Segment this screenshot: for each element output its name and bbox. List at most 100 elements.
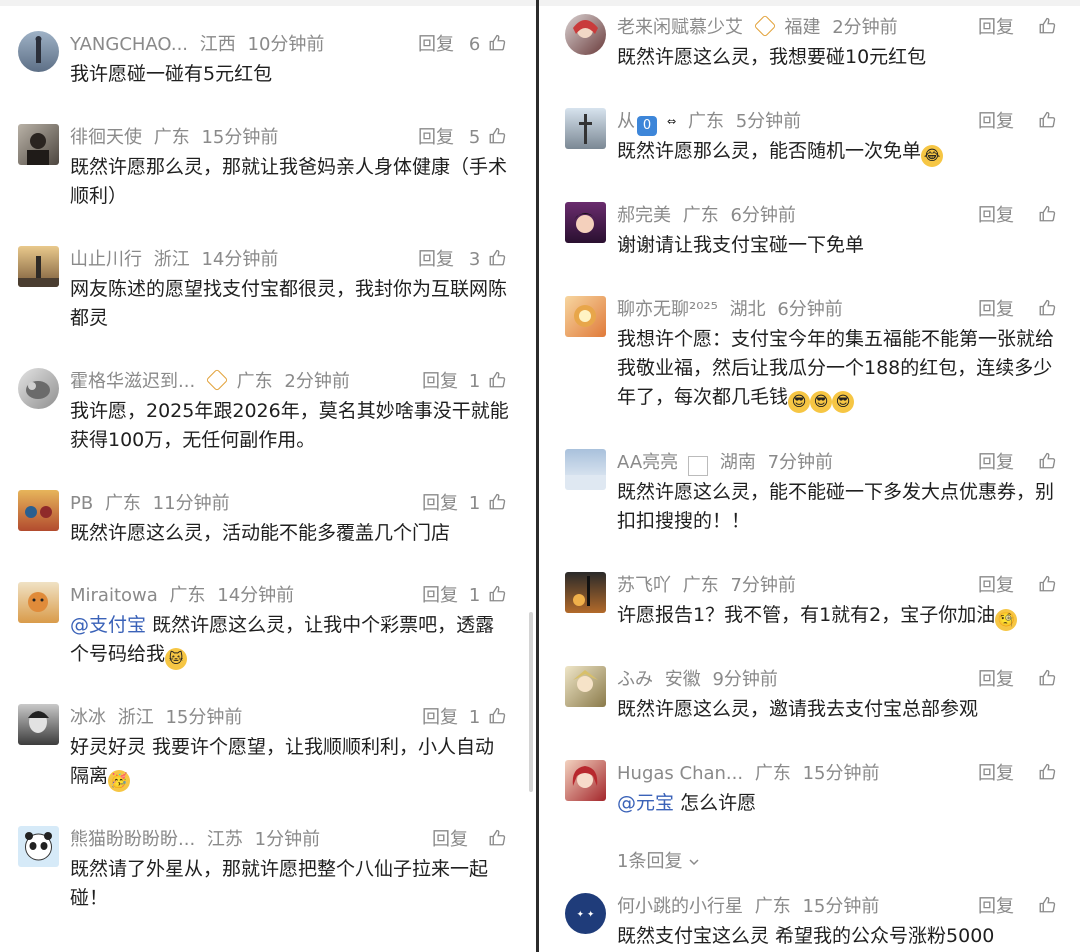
- like-button[interactable]: [1038, 760, 1056, 788]
- username[interactable]: 郝完美: [617, 202, 671, 230]
- comment-meta: Miraitowa 广东 14分钟前: [70, 582, 536, 614]
- like-button[interactable]: [1038, 296, 1056, 324]
- avatar[interactable]: [565, 666, 606, 707]
- like-count: 6: [468, 34, 481, 55]
- like-button[interactable]: [1038, 893, 1056, 921]
- avatar[interactable]: [565, 108, 606, 149]
- avatar[interactable]: [18, 582, 59, 623]
- avatar[interactable]: [565, 296, 606, 337]
- reply-button[interactable]: 回复: [418, 246, 454, 274]
- reply-button[interactable]: 回复: [978, 760, 1014, 788]
- comment-meta: YANGCHAO... 江西 10分钟前: [70, 31, 536, 63]
- like-button[interactable]: 5: [469, 124, 506, 152]
- reply-button[interactable]: 回复: [422, 582, 458, 610]
- reply-button[interactable]: 回复: [978, 893, 1014, 921]
- comment-text: 既然许愿那么灵，能否随机一次免单 😂: [617, 137, 1058, 167]
- username[interactable]: YANGCHAO...: [70, 31, 188, 59]
- like-button[interactable]: [1038, 572, 1056, 600]
- reply-button[interactable]: 回复: [978, 296, 1014, 324]
- like-button[interactable]: [1038, 202, 1056, 230]
- like-button[interactable]: 1: [469, 582, 506, 610]
- avatar[interactable]: [18, 704, 59, 745]
- region-label: 广东: [236, 371, 273, 392]
- thumbs-up-icon: [489, 707, 506, 724]
- username[interactable]: AA亮亮: [617, 449, 678, 477]
- thumbs-up-icon: [489, 493, 506, 510]
- avatar[interactable]: [565, 449, 606, 490]
- avatar[interactable]: [565, 202, 606, 243]
- on-arrow-icon: ⇔: [667, 115, 677, 128]
- username[interactable]: 冰冰: [70, 704, 106, 732]
- username[interactable]: 从: [617, 111, 635, 132]
- comment-item: AA亮亮 湖南 7分钟前 回复 既然许愿这么灵，能不能碰一下多发大点优惠券，别扣…: [539, 449, 1080, 559]
- username[interactable]: 徘徊天使: [70, 124, 142, 152]
- region-label: 江西: [199, 34, 236, 55]
- thumbs-up-icon: [1039, 669, 1056, 686]
- timestamp: 14分钟前: [217, 585, 295, 606]
- reply-button[interactable]: 回复: [978, 666, 1014, 694]
- like-button[interactable]: 1: [469, 704, 506, 732]
- username[interactable]: 聊亦无聊²⁰²⁵: [617, 296, 718, 324]
- username[interactable]: 山止川行: [70, 246, 142, 274]
- thumbs-up-icon: [1039, 896, 1056, 913]
- reply-button[interactable]: 回复: [418, 31, 454, 59]
- avatar[interactable]: [565, 14, 606, 55]
- username[interactable]: Hugas Chan...: [617, 760, 743, 788]
- like-button[interactable]: 1: [469, 368, 506, 396]
- username[interactable]: 苏飞吖: [617, 572, 671, 600]
- region-label: 广东: [682, 575, 719, 596]
- like-button[interactable]: 6: [469, 31, 506, 59]
- username[interactable]: 老来闲赋慕少艾: [617, 14, 743, 42]
- avatar[interactable]: ✦ ✦: [565, 893, 606, 934]
- like-button[interactable]: 1: [469, 490, 506, 518]
- scrollbar[interactable]: [529, 612, 533, 792]
- thumbs-up-icon: [1039, 575, 1056, 592]
- region-label: 广东: [153, 127, 190, 148]
- username[interactable]: PB: [70, 490, 93, 518]
- reply-button[interactable]: 回复: [422, 368, 458, 396]
- thumbs-up-icon: [1039, 299, 1056, 316]
- mention-link[interactable]: @元宝: [617, 792, 674, 814]
- thumbs-up-icon: [489, 249, 506, 266]
- avatar[interactable]: [18, 246, 59, 287]
- comment-text: 谢谢请让我支付宝碰一下免单: [617, 234, 865, 256]
- avatar[interactable]: [18, 124, 59, 165]
- reply-button[interactable]: 回复: [422, 490, 458, 518]
- reply-button[interactable]: 回复: [422, 704, 458, 732]
- like-button[interactable]: [1038, 449, 1056, 477]
- comment-item: 徘徊天使 广东 15分钟前 回复 5 既然许愿那么灵，那就让我爸妈亲人身体健康（…: [0, 124, 536, 234]
- thumbs-up-icon: [489, 585, 506, 602]
- avatar[interactable]: [18, 368, 59, 409]
- like-button[interactable]: [1038, 14, 1056, 42]
- comment-text: 许愿报告1？我不管，有1就有2，宝子你加油 🧐: [617, 601, 1058, 631]
- reply-button[interactable]: 回复: [978, 108, 1014, 136]
- like-button[interactable]: [486, 826, 506, 854]
- username[interactable]: Miraitowa: [70, 582, 158, 610]
- reply-button[interactable]: 回复: [418, 124, 454, 152]
- avatar[interactable]: [18, 31, 59, 72]
- reply-button[interactable]: 回复: [978, 572, 1014, 600]
- reply-button[interactable]: 回复: [978, 449, 1014, 477]
- like-button[interactable]: [1038, 666, 1056, 694]
- username[interactable]: 霍格华滋迟到...: [70, 368, 195, 396]
- like-count: 3: [468, 249, 481, 270]
- comment-text: 既然许愿这么灵，邀请我去支付宝总部参观: [617, 698, 979, 720]
- avatar[interactable]: [18, 826, 59, 867]
- like-button[interactable]: 3: [469, 246, 506, 274]
- reply-button[interactable]: 回复: [978, 202, 1014, 230]
- comment-item: ふみ 安徽 9分钟前 回复 既然许愿这么灵，邀请我去支付宝总部参观: [539, 666, 1080, 756]
- expand-replies-button[interactable]: 1条回复: [617, 847, 700, 873]
- timestamp: 10分钟前: [247, 34, 325, 55]
- avatar[interactable]: [565, 760, 606, 801]
- mention-link[interactable]: @支付宝: [70, 614, 146, 636]
- reply-button[interactable]: 回复: [978, 14, 1014, 42]
- username[interactable]: 何小跳的小行星: [617, 893, 743, 921]
- avatar[interactable]: [18, 490, 59, 531]
- avatar[interactable]: [565, 572, 606, 613]
- username[interactable]: 熊猫盼盼盼盼...: [70, 826, 195, 854]
- reply-button[interactable]: 回复: [432, 826, 468, 854]
- comment-meta: PB 广东 11分钟前: [70, 490, 536, 522]
- username[interactable]: ふみ: [617, 666, 653, 694]
- like-button[interactable]: [1038, 108, 1056, 136]
- like-count: 1: [468, 371, 481, 392]
